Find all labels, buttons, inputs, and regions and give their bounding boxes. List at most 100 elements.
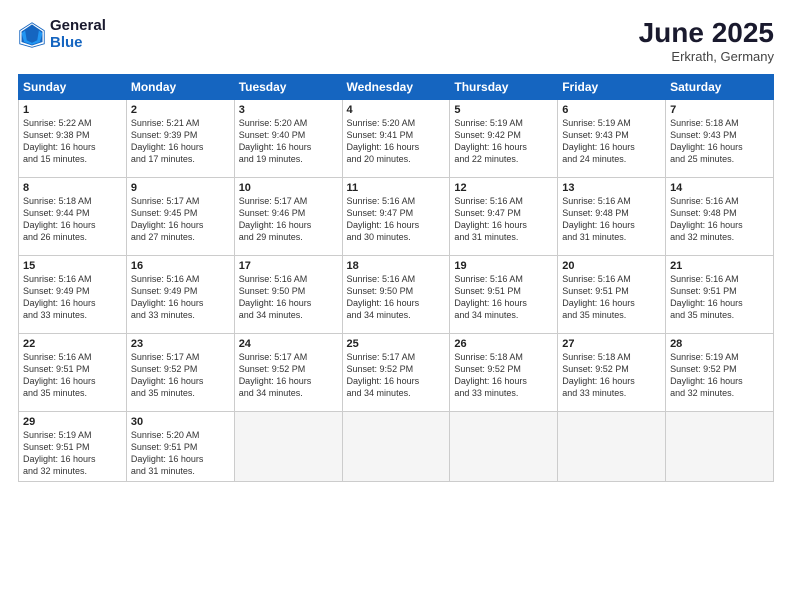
- cell-info: Sunrise: 5:21 AMSunset: 9:39 PMDaylight:…: [131, 118, 204, 164]
- calendar-cell: [342, 411, 450, 482]
- cell-info: Sunrise: 5:16 AMSunset: 9:51 PMDaylight:…: [23, 352, 96, 398]
- calendar-cell: [558, 411, 666, 482]
- calendar-cell: 3Sunrise: 5:20 AMSunset: 9:40 PMDaylight…: [234, 99, 342, 177]
- location: Erkrath, Germany: [639, 49, 774, 64]
- calendar-cell: [450, 411, 558, 482]
- general-blue-icon: [18, 21, 46, 49]
- calendar-cell: 5Sunrise: 5:19 AMSunset: 9:42 PMDaylight…: [450, 99, 558, 177]
- day-number: 4: [347, 104, 446, 116]
- calendar-cell: 10 Sunrise: 5:17 AMSunset: 9:46 PMDayligh…: [234, 177, 342, 255]
- day-number: 20: [562, 260, 661, 272]
- day-number: 25: [347, 338, 446, 350]
- calendar-cell: 15 Sunrise: 5:16 AMSunset: 9:49 PMDayligh…: [19, 255, 127, 333]
- logo-general: General: [50, 18, 106, 35]
- day-number: 26: [454, 338, 553, 350]
- day-number: 2: [131, 104, 230, 116]
- calendar-cell: [234, 411, 342, 482]
- cell-info: Sunrise: 5:16 AMSunset: 9:48 PMDaylight:…: [670, 196, 743, 242]
- day-number: 27: [562, 338, 661, 350]
- day-number: 1: [23, 104, 122, 116]
- day-number: 16: [131, 260, 230, 272]
- col-header-wednesday: Wednesday: [342, 74, 450, 99]
- cell-info: Sunrise: 5:16 AMSunset: 9:50 PMDaylight:…: [347, 274, 420, 320]
- day-number: 15: [23, 260, 122, 272]
- calendar-cell: 22 Sunrise: 5:16 AMSunset: 9:51 PMDayligh…: [19, 333, 127, 411]
- week-row-1: 1 Sunrise: 5:22 AMSunset: 9:38 PMDaylight…: [19, 99, 774, 177]
- day-number: 14: [670, 182, 769, 194]
- logo-blue: Blue: [50, 35, 106, 52]
- col-header-saturday: Saturday: [666, 74, 774, 99]
- cell-info: Sunrise: 5:16 AMSunset: 9:47 PMDaylight:…: [454, 196, 527, 242]
- day-number: 29: [23, 416, 122, 428]
- calendar-cell: 28 Sunrise: 5:19 AMSunset: 9:52 PMDayligh…: [666, 333, 774, 411]
- col-header-monday: Monday: [126, 74, 234, 99]
- col-header-thursday: Thursday: [450, 74, 558, 99]
- calendar-cell: 12 Sunrise: 5:16 AMSunset: 9:47 PMDayligh…: [450, 177, 558, 255]
- cell-info: Sunrise: 5:18 AMSunset: 9:43 PMDaylight:…: [670, 118, 743, 164]
- month-title: June 2025: [639, 18, 774, 49]
- cell-info: Sunrise: 5:16 AMSunset: 9:48 PMDaylight:…: [562, 196, 635, 242]
- cell-info: Sunrise: 5:17 AMSunset: 9:46 PMDaylight:…: [239, 196, 312, 242]
- col-header-sunday: Sunday: [19, 74, 127, 99]
- cell-info: Sunrise: 5:17 AMSunset: 9:52 PMDaylight:…: [239, 352, 312, 398]
- calendar-cell: 27 Sunrise: 5:18 AMSunset: 9:52 PMDayligh…: [558, 333, 666, 411]
- col-header-friday: Friday: [558, 74, 666, 99]
- calendar-cell: 16 Sunrise: 5:16 AMSunset: 9:49 PMDayligh…: [126, 255, 234, 333]
- day-number: 24: [239, 338, 338, 350]
- day-number: 17: [239, 260, 338, 272]
- cell-info: Sunrise: 5:16 AMSunset: 9:49 PMDaylight:…: [23, 274, 96, 320]
- day-number: 22: [23, 338, 122, 350]
- calendar-cell: 9 Sunrise: 5:17 AMSunset: 9:45 PMDaylight…: [126, 177, 234, 255]
- cell-info: Sunrise: 5:16 AMSunset: 9:51 PMDaylight:…: [670, 274, 743, 320]
- day-number: 8: [23, 182, 122, 194]
- calendar-cell: 1 Sunrise: 5:22 AMSunset: 9:38 PMDaylight…: [19, 99, 127, 177]
- day-number: 13: [562, 182, 661, 194]
- cell-info: Sunrise: 5:20 AMSunset: 9:40 PMDaylight:…: [239, 118, 312, 164]
- calendar-cell: 21 Sunrise: 5:16 AMSunset: 9:51 PMDayligh…: [666, 255, 774, 333]
- calendar-cell: 11Sunrise: 5:16 AMSunset: 9:47 PMDayligh…: [342, 177, 450, 255]
- cell-info: Sunrise: 5:16 AMSunset: 9:51 PMDaylight:…: [562, 274, 635, 320]
- day-number: 21: [670, 260, 769, 272]
- title-block: June 2025 Erkrath, Germany: [639, 18, 774, 64]
- cell-info: Sunrise: 5:19 AMSunset: 9:43 PMDaylight:…: [562, 118, 635, 164]
- calendar-cell: 30 Sunrise: 5:20 AMSunset: 9:51 PMDayligh…: [126, 411, 234, 482]
- week-row-4: 22 Sunrise: 5:16 AMSunset: 9:51 PMDayligh…: [19, 333, 774, 411]
- calendar-cell: 7 Sunrise: 5:18 AMSunset: 9:43 PMDaylight…: [666, 99, 774, 177]
- calendar-cell: 2 Sunrise: 5:21 AMSunset: 9:39 PMDaylight…: [126, 99, 234, 177]
- day-number: 28: [670, 338, 769, 350]
- cell-info: Sunrise: 5:16 AMSunset: 9:50 PMDaylight:…: [239, 274, 312, 320]
- page: General Blue June 2025 Erkrath, Germany …: [0, 0, 792, 612]
- cell-info: Sunrise: 5:18 AMSunset: 9:52 PMDaylight:…: [562, 352, 635, 398]
- calendar-cell: 19Sunrise: 5:16 AMSunset: 9:51 PMDayligh…: [450, 255, 558, 333]
- calendar-cell: 13 Sunrise: 5:16 AMSunset: 9:48 PMDayligh…: [558, 177, 666, 255]
- day-number: 12: [454, 182, 553, 194]
- calendar-table: SundayMondayTuesdayWednesdayThursdayFrid…: [18, 74, 774, 483]
- day-number: 6: [562, 104, 661, 116]
- day-number: 5: [454, 104, 553, 116]
- day-number: 23: [131, 338, 230, 350]
- cell-info: Sunrise: 5:16 AMSunset: 9:51 PMDaylight:…: [454, 274, 527, 320]
- calendar-cell: 26 Sunrise: 5:18 AMSunset: 9:52 PMDayligh…: [450, 333, 558, 411]
- calendar-cell: 14 Sunrise: 5:16 AMSunset: 9:48 PMDayligh…: [666, 177, 774, 255]
- header-row: SundayMondayTuesdayWednesdayThursdayFrid…: [19, 74, 774, 99]
- week-row-2: 8Sunrise: 5:18 AMSunset: 9:44 PMDaylight…: [19, 177, 774, 255]
- calendar-cell: 6 Sunrise: 5:19 AMSunset: 9:43 PMDaylight…: [558, 99, 666, 177]
- cell-info: Sunrise: 5:18 AMSunset: 9:52 PMDaylight:…: [454, 352, 527, 398]
- cell-info: Sunrise: 5:20 AMSunset: 9:51 PMDaylight:…: [131, 430, 204, 476]
- day-number: 10: [239, 182, 338, 194]
- cell-info: Sunrise: 5:19 AMSunset: 9:52 PMDaylight:…: [670, 352, 743, 398]
- day-number: 7: [670, 104, 769, 116]
- calendar-cell: 25Sunrise: 5:17 AMSunset: 9:52 PMDayligh…: [342, 333, 450, 411]
- cell-info: Sunrise: 5:17 AMSunset: 9:45 PMDaylight:…: [131, 196, 204, 242]
- day-number: 9: [131, 182, 230, 194]
- cell-info: Sunrise: 5:16 AMSunset: 9:47 PMDaylight:…: [347, 196, 420, 242]
- cell-info: Sunrise: 5:20 AMSunset: 9:41 PMDaylight:…: [347, 118, 420, 164]
- day-number: 18: [347, 260, 446, 272]
- cell-info: Sunrise: 5:16 AMSunset: 9:49 PMDaylight:…: [131, 274, 204, 320]
- header: General Blue June 2025 Erkrath, Germany: [18, 18, 774, 64]
- cell-info: Sunrise: 5:22 AMSunset: 9:38 PMDaylight:…: [23, 118, 96, 164]
- calendar-cell: 17 Sunrise: 5:16 AMSunset: 9:50 PMDayligh…: [234, 255, 342, 333]
- day-number: 30: [131, 416, 230, 428]
- logo: General Blue: [18, 18, 106, 51]
- calendar-cell: 24 Sunrise: 5:17 AMSunset: 9:52 PMDayligh…: [234, 333, 342, 411]
